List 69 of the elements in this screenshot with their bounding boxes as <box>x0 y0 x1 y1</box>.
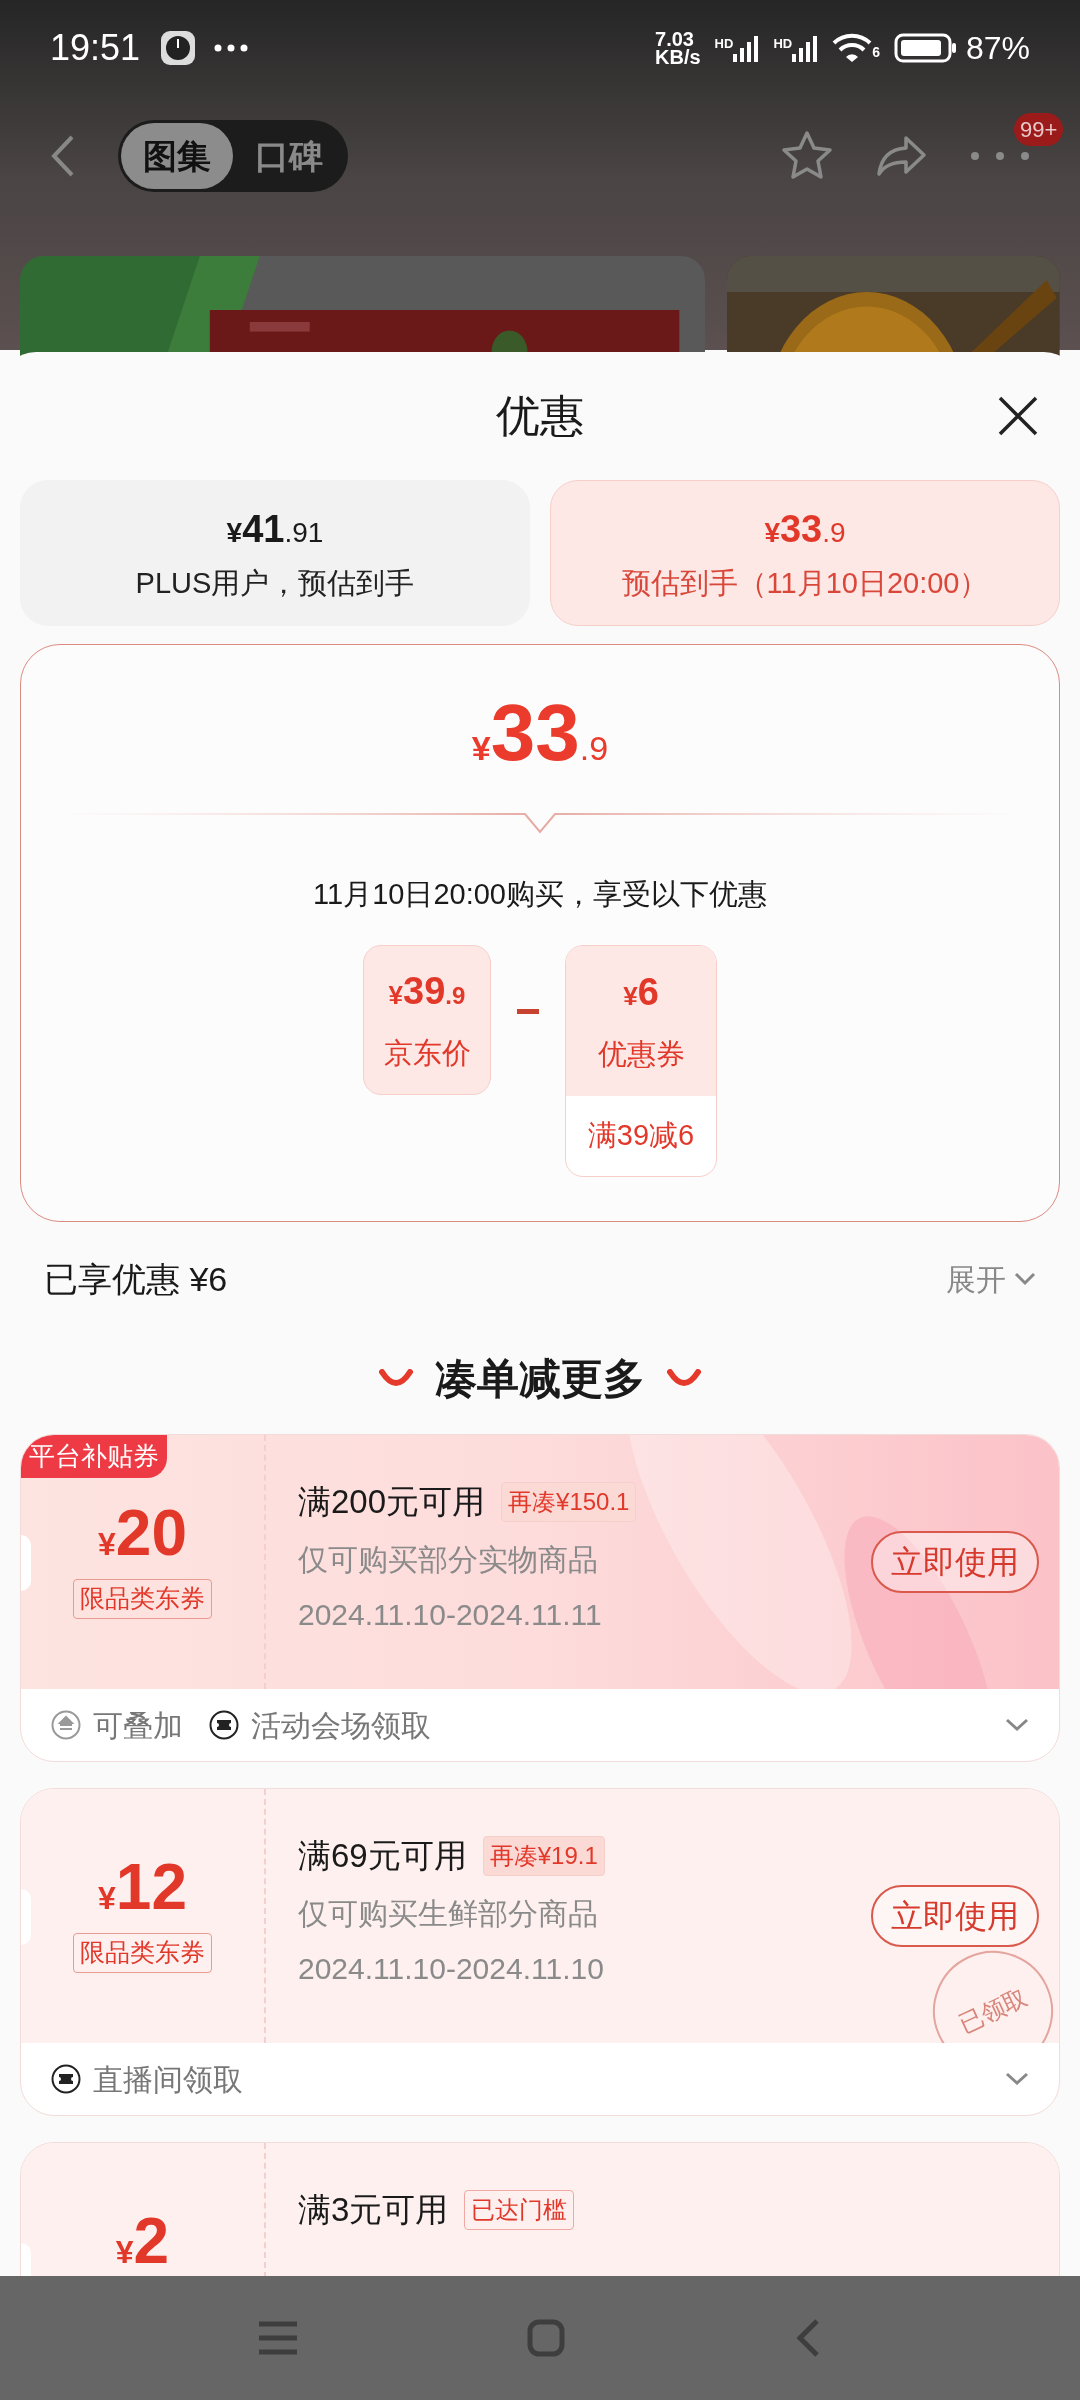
close-icon[interactable] <box>998 396 1038 436</box>
use-now-button[interactable]: 立即使用 <box>871 1531 1039 1593</box>
term-label: 优惠券 <box>597 1037 685 1073</box>
coupon-condition: 满3元可用 <box>298 2190 449 2230</box>
coupon-validity: 2024.11.10-2024.11.11 <box>298 1596 603 1633</box>
status-time: 19:51 <box>50 26 141 70</box>
coupon-source: 直播间领取 <box>93 2061 243 2098</box>
coupon-description: 仅可购买生鲜部分商品 <box>298 1895 599 1932</box>
option-label: 预估到手（11月10日20:00） <box>621 565 989 601</box>
option-price: ¥33.9 <box>764 506 846 552</box>
battery-icon <box>893 33 958 63</box>
coupon-description: 仅可购买部分实物商品 <box>298 1541 599 1578</box>
term-amount: ¥6 <box>623 970 659 1016</box>
network-type-label: HD <box>714 35 734 53</box>
coupon-condition: 满69元可用 <box>298 1836 467 1876</box>
option-label: PLUS用户，预估到手 <box>135 565 415 601</box>
arc-icon <box>379 1369 413 1387</box>
sheet-title: 优惠 <box>496 390 584 442</box>
network-speed: 7.03 <box>655 30 694 48</box>
back-icon[interactable] <box>50 134 76 178</box>
back-icon[interactable] <box>795 2318 821 2358</box>
coupon-status-tag: 再凑¥150.1 <box>501 1481 637 1522</box>
clock-app-icon <box>160 30 197 66</box>
chevron-down-icon[interactable] <box>1005 2072 1029 2086</box>
coupon-amount: ¥12 <box>98 1855 187 1919</box>
notification-badge: 99+ <box>1014 113 1064 146</box>
purchase-note: 11月10日20:00购买，享受以下优惠 <box>313 877 767 912</box>
ticket-icon <box>209 1710 239 1740</box>
arc-icon <box>667 1369 701 1387</box>
expand-button[interactable]: 展开 <box>946 1256 1036 1302</box>
final-price: ¥33.9 <box>471 693 609 773</box>
network-speed-unit: KB/s <box>655 48 701 66</box>
tab[interactable]: 图集 <box>121 123 233 189</box>
chevron-down-icon <box>1014 1272 1036 1286</box>
battery-percent: 87% <box>965 29 1030 68</box>
chevron-down-icon[interactable] <box>1005 1718 1029 1732</box>
minus-icon <box>517 1008 539 1015</box>
network-type-label: HD <box>773 35 793 53</box>
coupon-amount: ¥2 <box>115 2209 170 2273</box>
star-icon[interactable] <box>780 130 834 182</box>
coupon-scope-tag: 限品类东券 <box>73 1933 212 1973</box>
price-option[interactable]: ¥33.9 预估到手（11月10日20:00） <box>550 480 1060 626</box>
share-icon[interactable] <box>876 134 928 178</box>
option-price: ¥41.91 <box>226 506 324 552</box>
term-label: 京东价 <box>383 1036 471 1072</box>
more-notifications-icon <box>214 44 249 52</box>
price-option[interactable]: ¥41.91 PLUS用户，预估到手 <box>20 480 530 626</box>
coupon-condition: 满200元可用 <box>298 1482 486 1522</box>
coupon-rule: 满39减6 <box>586 1117 696 1153</box>
menu-icon[interactable] <box>259 2321 297 2355</box>
section-title: 凑单减更多 <box>435 1353 645 1404</box>
term-amount: ¥39.9 <box>388 969 466 1015</box>
coupon-source: 活动会场领取 <box>251 1707 431 1744</box>
coupon-scope-tag: 限品类东券 <box>73 1579 212 1619</box>
wifi-standard-label: 6 <box>872 43 880 62</box>
coupon-status-tag: 再凑¥19.1 <box>482 1835 605 1876</box>
more-icon[interactable] <box>970 151 1030 161</box>
stack-icon <box>51 1710 81 1740</box>
tab[interactable]: 口碑 <box>233 123 345 189</box>
coupon-validity: 2024.11.10-2024.11.10 <box>298 1950 605 1987</box>
coupon-tag: 平台补贴券 <box>21 1435 167 1478</box>
coupon-status-tag: 已达门槛 <box>464 2189 575 2230</box>
coupon-source: 可叠加 <box>93 1707 183 1744</box>
savings-summary: 已享优惠 ¥6 <box>44 1258 228 1300</box>
wifi-icon <box>832 33 873 63</box>
use-now-button[interactable]: 立即使用 <box>871 1885 1039 1947</box>
home-icon[interactable] <box>527 2319 565 2357</box>
ticket-icon <box>51 2064 81 2094</box>
coupon-amount: ¥20 <box>98 1501 187 1565</box>
